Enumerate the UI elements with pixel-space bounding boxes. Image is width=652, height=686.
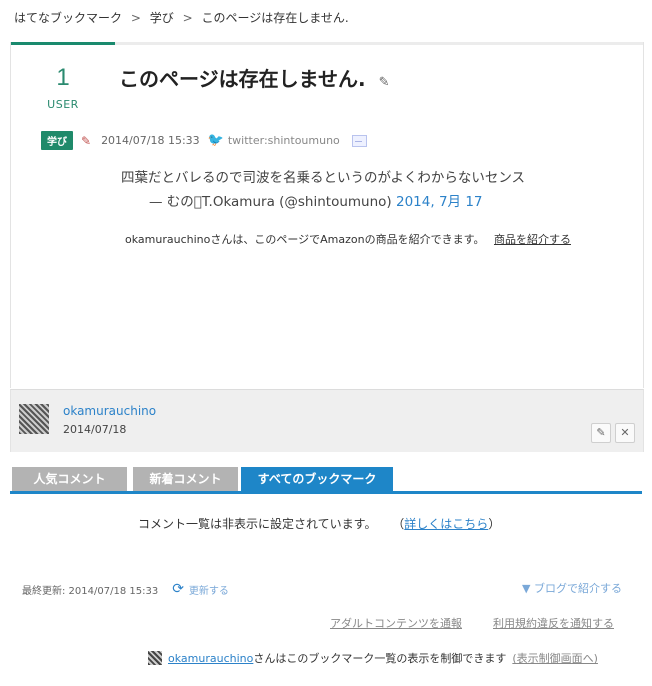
paren-close: ） <box>488 517 501 531</box>
avatar <box>148 651 162 665</box>
entry-meta: 学び ✎ 2014/07/18 15:33 🐦 twitter:shintoum… <box>41 131 367 150</box>
tweet-text: 四葉だとバレるので司波を名乗るというのがよくわからないセンス <box>121 170 526 186</box>
amazon-note: okamurauchinoさんは、このページでAmazonの商品を紹介できます。… <box>125 231 571 247</box>
close-icon: ✕ <box>620 426 630 439</box>
mail-icon[interactable] <box>351 134 367 147</box>
tab-underline <box>10 491 642 494</box>
tab-popular-comments[interactable]: 人気コメント <box>12 467 127 491</box>
avatar[interactable] <box>19 404 49 434</box>
comments-hidden-note: コメント一覧は非表示に設定されています。 （詳しくはこちら） <box>138 515 500 532</box>
display-control-link[interactable]: (表示制御画面へ) <box>512 650 598 666</box>
card-accent-bar <box>11 42 115 45</box>
delete-bookmark-button[interactable]: ✕ <box>615 423 635 443</box>
user-count-box[interactable]: 1 USER <box>11 64 115 111</box>
breadcrumb-current: このページは存在しません. <box>201 11 349 25</box>
category-tag[interactable]: 学び <box>41 131 73 150</box>
amazon-note-text: okamurauchinoさんは、このページでAmazonの商品を紹介できます。 <box>125 233 485 246</box>
user-count-label: USER <box>47 98 79 111</box>
last-updated-row: 最終更新: 2014/07/18 15:33 ⟳ 更新する <box>22 581 229 597</box>
tab-new-comments[interactable]: 新着コメント <box>133 467 238 491</box>
breadcrumb-category-link[interactable]: 学び <box>150 11 174 25</box>
user-count[interactable]: 1 <box>11 64 115 92</box>
breadcrumb-site-link[interactable]: はてなブックマーク <box>14 11 122 25</box>
edit-title-pencil-icon[interactable]: ✎ <box>379 75 390 90</box>
introduce-product-link[interactable]: 商品を紹介する <box>494 233 571 246</box>
bookmark-username-link[interactable]: okamurauchino <box>63 404 156 418</box>
breadcrumb: はてなブックマーク > 学び > このページは存在しません. <box>14 9 349 26</box>
paren-open: （ <box>392 517 405 531</box>
entry-title: このページは存在しません. ✎ <box>119 63 389 92</box>
card-top-border <box>11 42 643 45</box>
entry-title-text[interactable]: このページは存在しません. <box>119 67 366 91</box>
tweet-attribution: — むのT.Okamura (@shintoumuno) 2014, 7月 1… <box>149 190 483 210</box>
bookmark-date: 2014/07/18 <box>63 423 127 436</box>
display-control-row: okamurauchino さんはこのブックマーク一覧の表示を制御できます (表… <box>148 650 598 666</box>
tab-all-bookmarks[interactable]: すべてのブックマーク <box>241 467 393 491</box>
tweet-author: — むのT.Okamura (@shintoumuno) <box>149 194 392 210</box>
comments-hidden-text: コメント一覧は非表示に設定されています。 <box>138 517 377 531</box>
comment-tabs: 人気コメント 新着コメント すべてのブックマーク <box>12 467 642 493</box>
pencil-icon: ✎ <box>596 426 606 439</box>
twitter-bird-icon: 🐦 <box>207 133 224 148</box>
bookmark-user-band: okamurauchino 2014/07/18 ✎ ✕ <box>10 389 644 452</box>
report-adult-link[interactable]: アダルトコンテンツを通報 <box>330 615 462 631</box>
control-username-link[interactable]: okamurauchino <box>168 652 253 665</box>
breadcrumb-separator: > <box>182 11 193 25</box>
edit-bookmark-button[interactable]: ✎ <box>591 423 611 443</box>
pencil-icon[interactable]: ✎ <box>81 134 91 148</box>
refresh-icon[interactable]: ⟳ <box>172 581 184 597</box>
details-link[interactable]: 詳しくはこちら <box>404 517 488 531</box>
control-text: さんはこのブックマーク一覧の表示を制御できます <box>253 652 507 665</box>
tweet-date-link[interactable]: 2014, 7月 17 <box>396 194 483 210</box>
entry-card: 1 USER このページは存在しません. ✎ 学び ✎ 2014/07/18 1… <box>10 42 644 388</box>
report-terms-link[interactable]: 利用規約違反を通知する <box>493 615 614 631</box>
twitter-account-link[interactable]: twitter:shintoumuno <box>228 134 340 147</box>
breadcrumb-separator: > <box>130 11 141 25</box>
introduce-on-blog-link[interactable]: ▼ ブログで紹介する <box>522 580 622 596</box>
entry-datetime: 2014/07/18 15:33 <box>101 134 200 147</box>
refresh-link[interactable]: 更新する <box>189 582 229 597</box>
last-updated-text: 最終更新: 2014/07/18 15:33 <box>22 585 159 597</box>
